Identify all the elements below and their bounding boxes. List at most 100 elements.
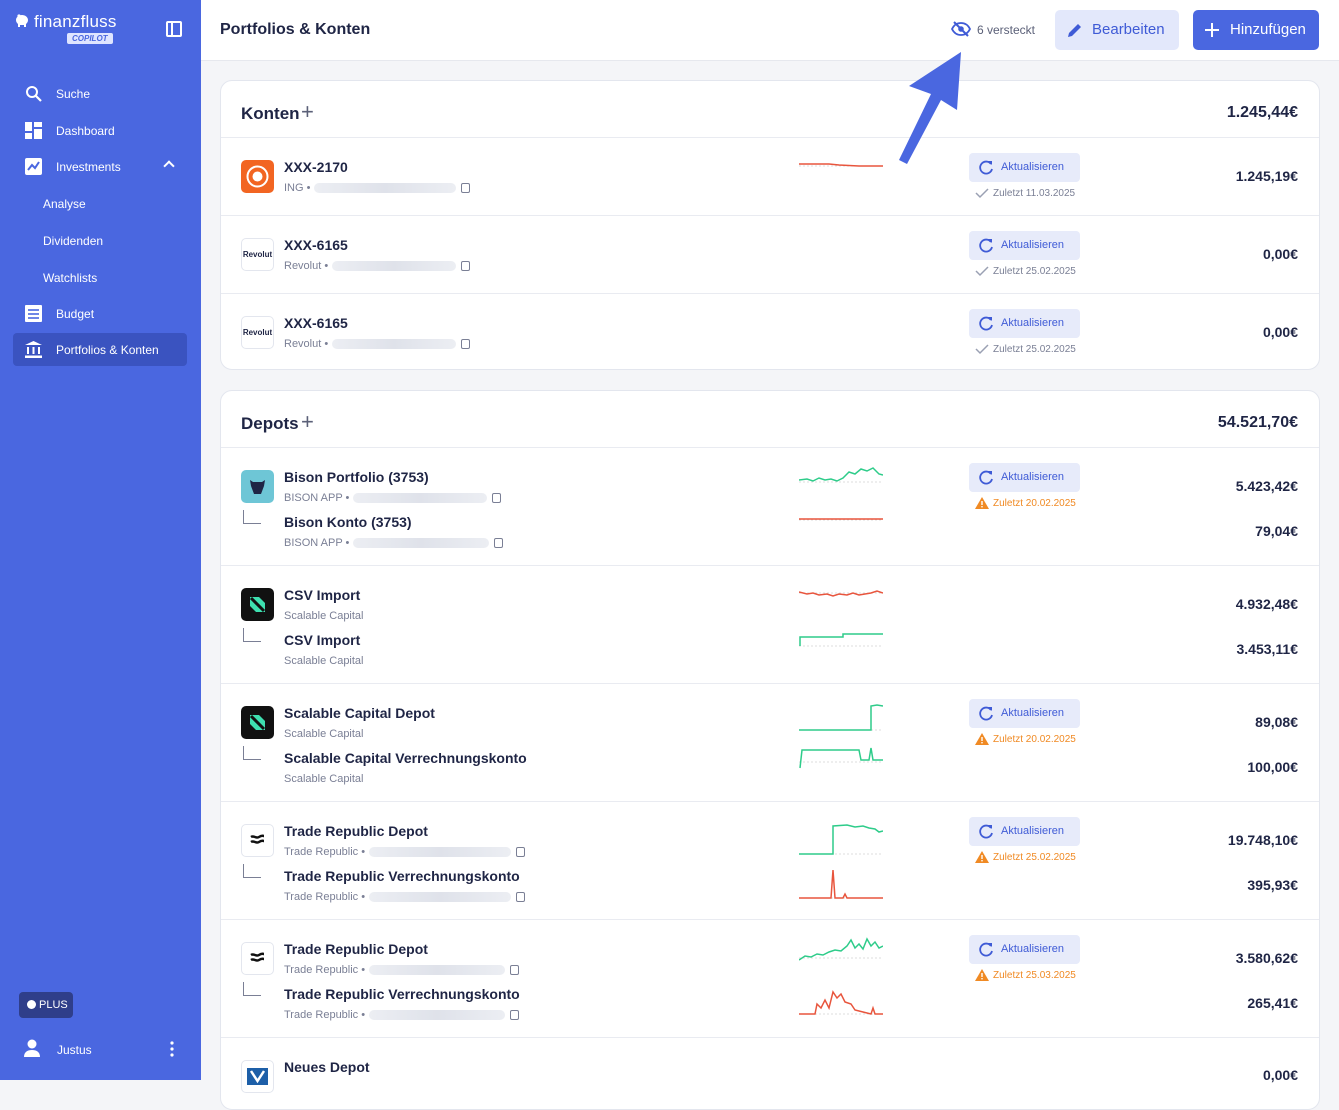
more-vertical-icon[interactable] — [170, 1041, 174, 1057]
copy-icon[interactable] — [461, 339, 471, 350]
account-bank: Trade Republic • — [284, 891, 366, 903]
account-amount: 0,00€ — [1262, 246, 1298, 262]
volksbank-icon — [247, 1068, 268, 1085]
depot-group[interactable]: Bison Portfolio (3753) BISON APP • Bison… — [221, 448, 1319, 566]
depots-title: Depots — [241, 414, 299, 433]
sidebar-item-dividenden[interactable]: Dividenden — [13, 224, 187, 257]
sidebar-item-portfolios[interactable]: Portfolios & Konten — [13, 333, 187, 366]
copy-icon[interactable] — [510, 1010, 520, 1021]
update-button[interactable]: Aktualisieren — [969, 463, 1080, 492]
sidebar-item-label: Budget — [56, 307, 95, 321]
sidebar-item-suche[interactable]: Suche — [13, 77, 187, 110]
sidebar-item-dashboard[interactable]: Dashboard — [13, 114, 187, 147]
sub-account-arrow-icon — [243, 510, 261, 524]
ing-logo — [241, 160, 274, 193]
add-konto-icon[interactable]: + — [301, 99, 314, 125]
update-button[interactable]: Aktualisieren — [969, 309, 1080, 338]
konten-title: Konten — [241, 104, 300, 123]
account-amount: 0,00€ — [1262, 1067, 1298, 1083]
sub-account-amount: 3.453,11€ — [1236, 641, 1298, 657]
sub-account-name: CSV Import — [284, 632, 361, 648]
sidebar-item-analyse[interactable]: Analyse — [13, 187, 187, 220]
trade-republic-icon — [250, 952, 265, 962]
depot-group[interactable]: CSV Import Scalable Capital CSV Import S… — [221, 566, 1319, 684]
konten-total: 1.245,44€ — [1226, 104, 1298, 121]
masked-iban — [369, 1010, 506, 1021]
masked-iban — [353, 493, 488, 504]
table-row[interactable]: XXX-2170 ING • Aktualisieren Zuletzt 11.… — [221, 138, 1319, 216]
chart-icon — [25, 158, 42, 175]
collapse-sidebar-icon[interactable] — [166, 21, 182, 37]
warning-icon — [975, 969, 989, 981]
update-button[interactable]: Aktualisieren — [969, 935, 1080, 964]
account-name: Trade Republic Depot — [284, 941, 428, 957]
update-button[interactable]: Aktualisieren — [969, 817, 1080, 846]
sub-account-arrow-icon — [243, 982, 261, 996]
copy-icon[interactable] — [461, 183, 471, 194]
account-name: XXX-6165 — [284, 315, 348, 331]
masked-iban — [332, 261, 457, 272]
update-label: Aktualisieren — [1001, 161, 1064, 173]
sub-account-sub: Trade Republic • — [284, 1009, 520, 1021]
masked-iban — [369, 965, 506, 976]
table-row[interactable]: Revolut XXX-6165 Revolut • Aktualisieren… — [221, 294, 1319, 369]
budget-icon — [25, 305, 42, 322]
update-button[interactable]: Aktualisieren — [969, 699, 1080, 728]
sparkline — [799, 518, 883, 521]
depots-header: Depots + 54.521,70€ — [221, 391, 1319, 448]
update-button[interactable]: Aktualisieren — [969, 231, 1080, 260]
account-sub: Trade Republic • — [284, 846, 526, 858]
account-amount: 4.932,48€ — [1235, 596, 1298, 612]
plus-badge[interactable]: PLUS — [19, 992, 73, 1018]
warning-icon — [975, 497, 989, 509]
add-depot-icon[interactable]: + — [301, 409, 314, 435]
user-avatar-icon — [24, 1039, 40, 1057]
masked-iban — [369, 847, 512, 858]
copy-icon[interactable] — [516, 847, 526, 858]
update-button[interactable]: Aktualisieren — [969, 153, 1080, 182]
sub-account-arrow-icon — [243, 864, 261, 878]
copy-icon[interactable] — [492, 493, 502, 504]
depot-group[interactable]: Neues Depot 0,00€ — [221, 1038, 1319, 1109]
account-sub: Trade Republic • — [284, 964, 520, 976]
refresh-icon — [979, 238, 993, 253]
add-button-label: Hinzufügen — [1230, 21, 1306, 38]
sub-account-amount: 100,00€ — [1247, 759, 1298, 775]
search-icon — [26, 86, 42, 102]
masked-iban — [369, 892, 512, 903]
sub-account-name: Scalable Capital Verrechnungskonto — [284, 750, 527, 766]
user-menu[interactable]: Justus — [24, 1038, 184, 1060]
copilot-badge: COPILOT — [67, 33, 113, 44]
copy-icon[interactable] — [510, 965, 520, 976]
depot-group[interactable]: Trade Republic Depot Trade Republic • Tr… — [221, 920, 1319, 1038]
konten-header: Konten + 1.245,44€ — [221, 81, 1319, 138]
add-button[interactable]: Hinzufügen — [1193, 10, 1319, 50]
masked-iban — [353, 538, 490, 549]
account-bank: BISON APP • — [284, 537, 350, 549]
account-bank: Trade Republic • — [284, 964, 366, 976]
sidebar-item-investments[interactable]: Investments — [13, 150, 187, 183]
sidebar-item-watchlists[interactable]: Watchlists — [13, 261, 187, 294]
copy-icon[interactable] — [494, 538, 504, 549]
account-bank: Trade Republic • — [284, 846, 366, 858]
finanzfluss-logo[interactable]: finanzfluss COPILOT — [14, 10, 154, 50]
refresh-icon — [979, 160, 993, 175]
chevron-up-icon[interactable] — [163, 160, 175, 172]
user-name: Justus — [57, 1043, 92, 1057]
copy-icon[interactable] — [461, 261, 471, 272]
eye-off-icon — [951, 21, 971, 37]
piggy-icon — [27, 1000, 36, 1009]
status-label: Zuletzt 25.02.2025 — [993, 852, 1076, 863]
table-row[interactable]: Revolut XXX-6165 Revolut • Aktualisieren… — [221, 216, 1319, 294]
sidebar-item-label: Analyse — [43, 197, 86, 211]
edit-button[interactable]: Bearbeiten — [1055, 10, 1179, 50]
masked-iban — [314, 183, 457, 194]
sidebar-item-budget[interactable]: Budget — [13, 297, 187, 330]
sidebar-item-label: Dividenden — [43, 234, 104, 248]
depot-group[interactable]: Scalable Capital Depot Scalable Capital … — [221, 684, 1319, 802]
copy-icon[interactable] — [516, 892, 526, 903]
bison-icon — [250, 480, 265, 494]
account-bank: Trade Republic • — [284, 1009, 366, 1021]
depot-group[interactable]: Trade Republic Depot Trade Republic • Tr… — [221, 802, 1319, 920]
account-sub: BISON APP • — [284, 492, 502, 504]
